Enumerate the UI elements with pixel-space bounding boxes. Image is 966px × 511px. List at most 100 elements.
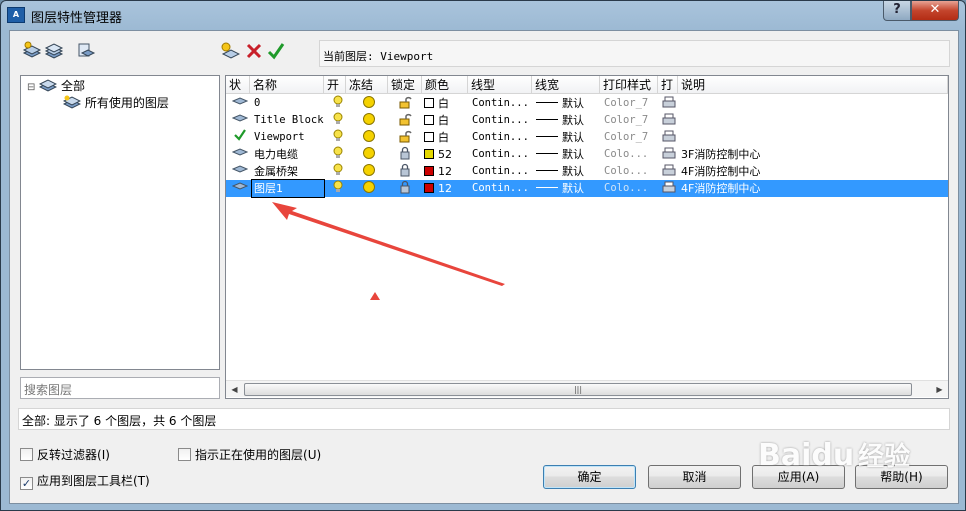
column-header[interactable]: 状 xyxy=(226,76,250,94)
freeze-sun-icon[interactable] xyxy=(360,95,380,112)
new-group-filter-icon[interactable] xyxy=(44,41,64,61)
layer-lineweight[interactable]: 默认 xyxy=(534,129,598,146)
freeze-sun-icon[interactable] xyxy=(360,180,380,197)
lock-icon[interactable] xyxy=(396,146,416,163)
on-off-bulb-icon[interactable] xyxy=(330,180,346,197)
layer-status-icon[interactable] xyxy=(230,163,250,180)
freeze-sun-icon[interactable] xyxy=(360,129,380,146)
layer-color[interactable]: 12 xyxy=(422,180,466,197)
plot-printer-icon[interactable] xyxy=(659,180,677,197)
freeze-sun-icon[interactable] xyxy=(360,112,380,129)
scroll-left-arrow-icon[interactable]: ◀ xyxy=(226,381,243,398)
plot-printer-icon[interactable] xyxy=(659,129,677,146)
layer-name[interactable]: 图层1 xyxy=(251,179,325,198)
column-header[interactable]: 锁定 xyxy=(388,76,422,94)
layer-color[interactable]: 白 xyxy=(422,129,466,146)
lock-icon[interactable] xyxy=(396,180,416,197)
column-header[interactable]: 打 xyxy=(658,76,678,94)
layer-name[interactable]: Viewport xyxy=(252,129,324,146)
layer-name[interactable]: 0 xyxy=(252,95,324,112)
freeze-sun-icon[interactable] xyxy=(360,163,380,180)
layer-row[interactable]: Title Block 白 Contin... 默认 Color_7 xyxy=(226,112,948,129)
column-header[interactable]: 开 xyxy=(324,76,346,94)
layer-plot-style[interactable]: Color_7 xyxy=(602,129,656,146)
layer-lineweight[interactable]: 默认 xyxy=(534,112,598,129)
cancel-button[interactable]: 取消 xyxy=(648,465,741,489)
layer-row[interactable]: 金属桥架 12 Contin... 默认 Colo... 4F消防控制中心 xyxy=(226,163,948,180)
tree-item-used-layers[interactable]: 所有使用的图层 xyxy=(62,95,169,111)
layer-color[interactable]: 白 xyxy=(422,95,466,112)
show-in-use-box[interactable] xyxy=(178,448,191,461)
current-layer-check-icon[interactable] xyxy=(230,129,250,146)
invert-filter-checkbox[interactable]: 反转过滤器(I) xyxy=(20,447,110,463)
layer-status-icon[interactable] xyxy=(230,146,250,163)
layer-lineweight[interactable]: 默认 xyxy=(534,146,598,163)
plot-printer-icon[interactable] xyxy=(659,146,677,163)
layer-description[interactable] xyxy=(679,129,939,146)
unlock-icon[interactable] xyxy=(396,129,416,146)
new-layer-icon[interactable] xyxy=(220,41,240,61)
column-header[interactable]: 名称 xyxy=(250,76,324,94)
filter-tree[interactable]: ⊟ 全部 所有使用的图层 xyxy=(20,75,220,370)
collapse-toggle-icon[interactable]: ⊟ xyxy=(27,82,35,93)
ok-button[interactable]: 确定 xyxy=(543,465,636,489)
layer-status-icon[interactable] xyxy=(230,95,250,112)
tree-item-all[interactable]: ⊟ 全部 xyxy=(27,78,85,94)
layer-name[interactable]: 金属桥架 xyxy=(252,163,324,180)
layer-color[interactable]: 52 xyxy=(422,146,466,163)
layer-linetype[interactable]: Contin... xyxy=(470,180,530,197)
layer-lineweight[interactable]: 默认 xyxy=(534,163,598,180)
layer-linetype[interactable]: Contin... xyxy=(470,146,530,163)
column-header[interactable]: 线宽 xyxy=(532,76,600,94)
layer-status-icon[interactable] xyxy=(230,112,250,129)
layer-description[interactable] xyxy=(679,112,939,129)
layer-linetype[interactable]: Contin... xyxy=(470,129,530,146)
title-bar[interactable]: A 图层特性管理器 ? ✕ xyxy=(1,1,965,29)
layer-color[interactable]: 白 xyxy=(422,112,466,129)
plot-printer-icon[interactable] xyxy=(659,112,677,129)
horizontal-scrollbar[interactable]: ◀ ||| ▶ xyxy=(226,380,948,397)
layer-description[interactable]: 4F消防控制中心 xyxy=(679,180,939,197)
layer-description[interactable]: 4F消防控制中心 xyxy=(679,163,939,180)
unlock-icon[interactable] xyxy=(396,95,416,112)
title-help-button[interactable]: ? xyxy=(883,1,911,21)
layer-linetype[interactable]: Contin... xyxy=(470,112,530,129)
layer-plot-style[interactable]: Colo... xyxy=(602,180,656,197)
on-off-bulb-icon[interactable] xyxy=(330,129,346,146)
set-current-icon[interactable] xyxy=(266,41,286,61)
column-header[interactable]: 颜色 xyxy=(422,76,468,94)
layer-linetype[interactable]: Contin... xyxy=(470,95,530,112)
layer-name[interactable]: Title Block xyxy=(252,112,324,129)
column-header[interactable]: 打印样式 xyxy=(600,76,658,94)
column-header[interactable]: 线型 xyxy=(468,76,532,94)
layer-description[interactable] xyxy=(679,95,939,112)
layer-plot-style[interactable]: Color_7 xyxy=(602,112,656,129)
show-in-use-checkbox[interactable]: 指示正在使用的图层(U) xyxy=(178,447,321,463)
layer-description[interactable]: 3F消防控制中心 xyxy=(679,146,939,163)
layer-linetype[interactable]: Contin... xyxy=(470,163,530,180)
layer-row[interactable]: 电力电缆 52 Contin... 默认 Colo... 3F消防控制中心 xyxy=(226,146,948,163)
column-header[interactable]: 说明 xyxy=(678,76,948,94)
new-property-filter-icon[interactable] xyxy=(22,41,42,61)
on-off-bulb-icon[interactable] xyxy=(330,112,346,129)
layer-states-manager-icon[interactable] xyxy=(76,41,96,61)
layer-name[interactable]: 电力电缆 xyxy=(252,146,324,163)
on-off-bulb-icon[interactable] xyxy=(330,146,346,163)
column-header[interactable]: 冻结 xyxy=(346,76,388,94)
scroll-right-arrow-icon[interactable]: ▶ xyxy=(931,381,948,398)
search-layers-input[interactable]: 搜索图层 xyxy=(20,377,220,399)
layer-plot-style[interactable]: Color_7 xyxy=(602,95,656,112)
layer-row[interactable]: 0 白 Contin... 默认 Color_7 xyxy=(226,95,948,112)
invert-filter-box[interactable] xyxy=(20,448,33,461)
layer-row[interactable]: Viewport 白 Contin... 默认 Color_7 xyxy=(226,129,948,146)
layer-lineweight[interactable]: 默认 xyxy=(534,180,598,197)
apply-to-toolbar-checkbox[interactable]: ✓ 应用到图层工具栏(T) xyxy=(20,473,150,490)
unlock-icon[interactable] xyxy=(396,112,416,129)
scrollbar-thumb[interactable]: ||| xyxy=(244,383,912,396)
layer-plot-style[interactable]: Colo... xyxy=(602,163,656,180)
on-off-bulb-icon[interactable] xyxy=(330,163,346,180)
plot-printer-icon[interactable] xyxy=(659,163,677,180)
freeze-sun-icon[interactable] xyxy=(360,146,380,163)
layer-status-icon[interactable] xyxy=(230,180,250,197)
layer-lineweight[interactable]: 默认 xyxy=(534,95,598,112)
